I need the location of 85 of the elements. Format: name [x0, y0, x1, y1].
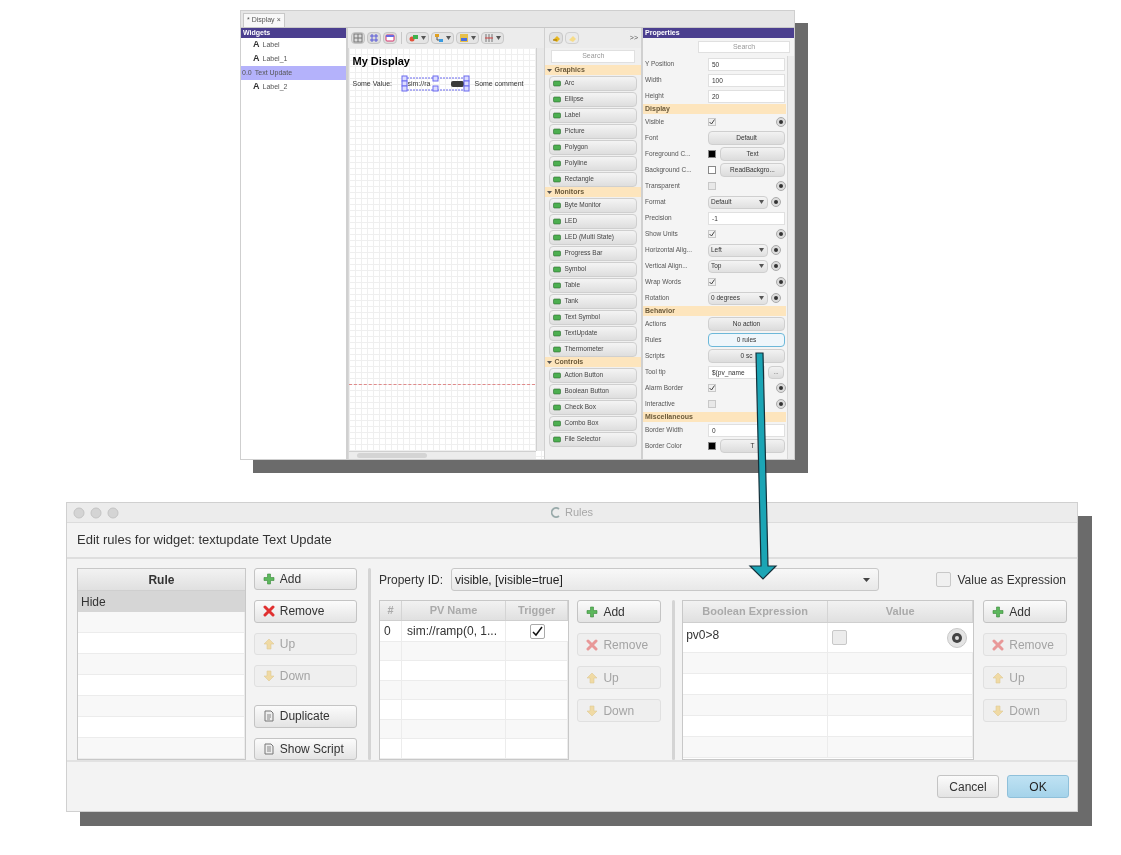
caret-icon — [759, 264, 764, 268]
column-header: Trigger — [506, 601, 569, 621]
up-arrow-icon — [586, 671, 599, 684]
dialog-button[interactable]: Cancel — [937, 775, 999, 798]
property-dropdown[interactable]: visible, [visible=true] — [451, 568, 879, 591]
close-icon — [262, 605, 275, 618]
close-icon — [992, 638, 1005, 651]
dialog-button[interactable]: OK — [1007, 775, 1069, 798]
tree-icon — [434, 33, 445, 43]
type-glyph: A — [253, 80, 260, 94]
dot-circle-icon — [947, 627, 968, 648]
checkbox-label: Value as Expression — [957, 571, 1066, 589]
toolbar-button[interactable] — [481, 32, 505, 44]
caret-icon — [496, 36, 502, 40]
script-button[interactable]: Show Script — [253, 737, 357, 760]
shapes-icon — [409, 33, 420, 43]
plus-icon — [586, 605, 599, 618]
check-icon — [709, 385, 715, 391]
toolbar-button[interactable] — [456, 32, 480, 44]
window-icon — [385, 33, 396, 43]
duplicate-button[interactable]: Duplicate — [253, 705, 357, 728]
vertical-scrollbar[interactable] — [536, 48, 545, 451]
checkbox[interactable] — [529, 623, 545, 639]
caret-icon — [863, 577, 870, 582]
app-icon — [550, 507, 561, 518]
tag-icon — [552, 33, 561, 43]
color-swatch[interactable] — [708, 150, 716, 158]
dialog-title: Rules — [564, 505, 594, 521]
grid-icon — [369, 33, 380, 43]
up-arrow-icon — [992, 671, 1005, 684]
check-icon — [709, 119, 715, 125]
document-icon — [262, 710, 275, 723]
caret-icon — [446, 36, 452, 40]
caret-icon — [759, 296, 764, 300]
down-arrow-icon — [262, 670, 275, 683]
distribute-icon — [484, 33, 495, 43]
plus-icon — [992, 605, 1005, 618]
caret-icon — [759, 248, 764, 252]
tag-icon — [568, 33, 577, 43]
toolbar-button[interactable] — [549, 32, 564, 44]
layout-icon — [459, 33, 470, 43]
toolbar-button[interactable] — [406, 32, 430, 44]
display-title: My Display — [352, 54, 410, 69]
plus-icon — [262, 573, 275, 586]
horizontal-scrollbar[interactable] — [349, 451, 537, 459]
table-cell: 0 — [380, 621, 402, 641]
document-icon — [262, 742, 275, 755]
checkbox[interactable] — [708, 230, 716, 238]
type-glyph: A — [253, 52, 260, 66]
add-button[interactable]: Add — [577, 600, 662, 623]
check-icon — [709, 231, 715, 237]
add-button[interactable]: Add — [983, 600, 1067, 623]
up-arrow-icon — [262, 637, 275, 650]
color-swatch[interactable] — [708, 442, 716, 450]
column-header: Rule — [78, 569, 245, 591]
checkbox[interactable] — [708, 384, 716, 392]
check-icon — [531, 625, 543, 637]
toolbar-button[interactable] — [351, 32, 366, 44]
remove-button[interactable]: Remove — [253, 600, 357, 623]
down-arrow-icon — [586, 704, 599, 717]
down-arrow-icon — [992, 704, 1005, 717]
color-swatch[interactable] — [708, 166, 716, 174]
table-cell: sim://ramp(0, 1... — [402, 621, 506, 641]
caret-icon — [471, 36, 477, 40]
caret-icon — [759, 200, 764, 204]
column-header: PV Name — [402, 601, 506, 621]
check-icon — [709, 279, 715, 285]
column-header: Value — [828, 601, 974, 622]
rule-row[interactable]: Hide — [78, 591, 245, 612]
toolbar-button[interactable] — [367, 32, 382, 44]
vertical-scrollbar[interactable] — [787, 56, 794, 459]
selection-handles-drawing — [401, 75, 472, 93]
table-cell: pv0>8 — [683, 623, 829, 652]
caret-icon — [421, 36, 427, 40]
field-label: Property ID: — [379, 571, 445, 589]
checkbox[interactable] — [708, 278, 716, 286]
column-header: Boolean Expression — [683, 601, 829, 622]
column-header: # — [380, 601, 402, 621]
type-glyph: A — [253, 38, 260, 52]
toolbar-button[interactable] — [383, 32, 398, 44]
grid-icon — [353, 33, 364, 43]
checkbox[interactable] — [708, 118, 716, 126]
add-button[interactable]: Add — [253, 568, 357, 591]
toolbar-button[interactable] — [431, 32, 455, 44]
close-icon — [586, 638, 599, 651]
